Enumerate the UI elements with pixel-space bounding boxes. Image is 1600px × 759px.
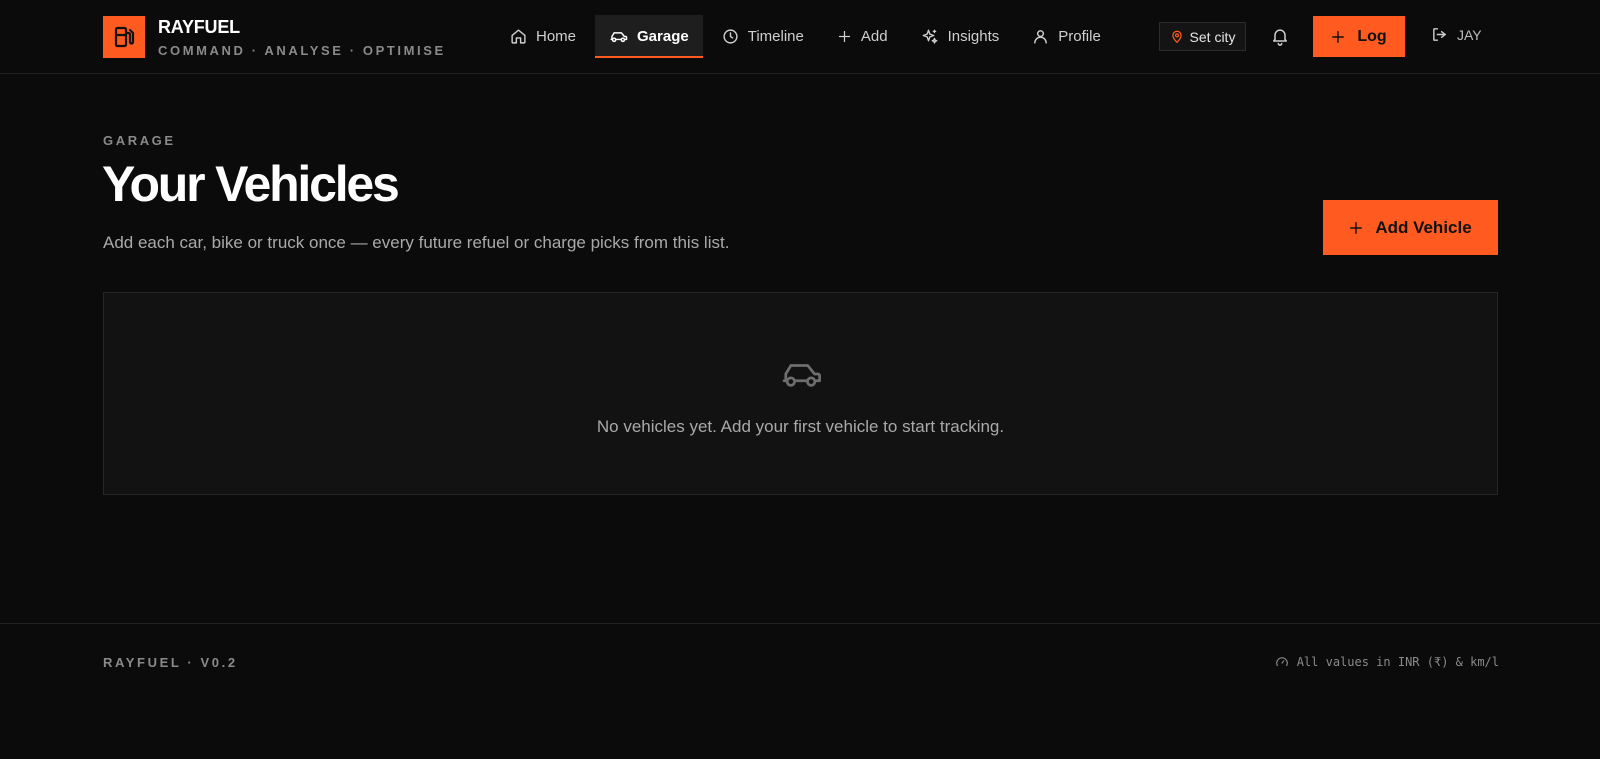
brand[interactable]: RAYFUEL COMMAND · ANALYSE · OPTIMISE	[103, 16, 446, 58]
user-name: JAY	[1457, 26, 1482, 43]
nav-item-home[interactable]: Home	[496, 15, 590, 58]
add-vehicle-button[interactable]: Add Vehicle	[1323, 200, 1498, 255]
nav-item-garage[interactable]: Garage	[595, 15, 703, 58]
empty-state-panel: No vehicles yet. Add your first vehicle …	[103, 292, 1498, 495]
brand-tagline: COMMAND · ANALYSE · OPTIMISE	[158, 43, 446, 58]
footer-units-note: All values in INR (₹) & km/l	[1275, 655, 1499, 669]
clock-icon	[723, 29, 738, 44]
nav-item-label: Add	[860, 28, 888, 45]
main-nav: Home Garage Timeline Add Insights Profil…	[496, 15, 1120, 58]
sparkles-icon	[922, 29, 937, 44]
top-bar: RAYFUEL COMMAND · ANALYSE · OPTIMISE Hom…	[0, 0, 1600, 74]
bell-icon	[1273, 29, 1287, 46]
nav-item-profile[interactable]: Profile	[1018, 15, 1115, 58]
plus-icon	[1332, 30, 1345, 43]
units-note-text: All values in INR (₹) & km/l	[1296, 655, 1499, 669]
log-button-label: Log	[1357, 27, 1387, 45]
nav-item-label: Garage	[637, 28, 689, 45]
page-subtitle: Add each car, bike or truck once — every…	[103, 233, 730, 252]
map-pin-icon	[1171, 30, 1182, 43]
footer-version: RAYFUEL · V0.2	[103, 655, 238, 670]
plus-icon	[838, 30, 850, 43]
car-icon	[779, 357, 823, 396]
footer: RAYFUEL · V0.2 All values in INR (₹) & k…	[0, 623, 1600, 759]
logout-icon	[1433, 28, 1446, 41]
gauge-icon	[1275, 657, 1288, 667]
nav-item-label: Profile	[1058, 28, 1101, 45]
brand-name: RAYFUEL	[158, 17, 240, 37]
logout-button[interactable]: JAY	[1431, 26, 1482, 43]
nav-item-timeline[interactable]: Timeline	[708, 15, 818, 58]
section-eyebrow: GARAGE	[103, 133, 176, 148]
user-icon	[1034, 30, 1048, 44]
nav-item-label: Timeline	[747, 28, 804, 45]
set-city-label: Set city	[1189, 28, 1236, 45]
fuel-pump-icon	[103, 16, 145, 58]
page-title: Your Vehicles	[102, 156, 400, 212]
plus-icon	[1350, 221, 1363, 234]
nav-item-add[interactable]: Add	[823, 15, 902, 58]
nav-item-label: Home	[536, 28, 577, 45]
nav-item-label: Insights	[947, 28, 1000, 45]
home-icon	[511, 29, 526, 44]
log-button[interactable]: Log	[1313, 16, 1405, 57]
empty-state-message: No vehicles yet. Add your first vehicle …	[596, 417, 1005, 436]
add-vehicle-label: Add Vehicle	[1375, 217, 1472, 237]
notifications-button[interactable]	[1270, 26, 1290, 51]
nav-item-insights[interactable]: Insights	[907, 15, 1014, 58]
set-city-button[interactable]: Set city	[1159, 22, 1246, 51]
car-icon	[610, 32, 628, 43]
